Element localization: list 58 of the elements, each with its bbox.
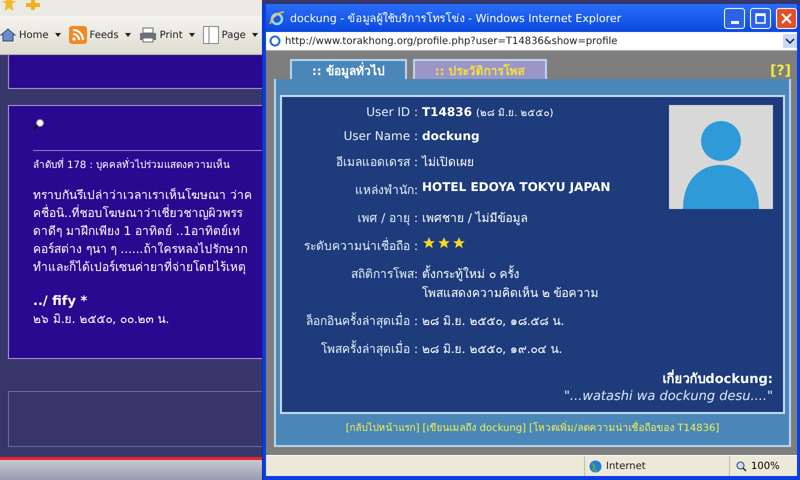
post-text-line: ดาดีๆ มาฝึกเพียง 1 อาทิตย์ ..1อาทิตย์เท่ — [33, 223, 242, 240]
about-heading: เกี่ยวกับdockung: — [662, 368, 773, 389]
field-label: สถิติการโพส: — [350, 266, 418, 283]
toolbar-button[interactable]: Feeds — [68, 26, 131, 44]
post-text-line: ทำและก็ได้เปอร์เซนค่ายาที่จ่ายโดยไร้เหตุ — [33, 258, 247, 276]
field-label: เพศ / อายุ : — [356, 210, 418, 227]
field-label: ล็อกอินครั้งล่าสุดเมื่อ : — [305, 311, 418, 330]
star-icon — [2, 0, 16, 12]
window-title: dockung - ข้อมูลผู้ใช้บริการโทรโข่ง - Windows Internet Explorer — [290, 11, 622, 27]
about-quote: "...watashi wa dockung desu...." — [564, 389, 773, 404]
field-value: HOTEL EDOYA TOKYU JAPAN — [422, 180, 612, 196]
toolbar-button[interactable]: Print — [138, 27, 195, 43]
toolbar-button[interactable]: Home — [0, 27, 61, 43]
browser-logo-icon — [269, 10, 285, 26]
tab[interactable]: :: ข้อมูลทั่วไป — [290, 59, 407, 79]
field-value: ๒๘ มิ.ย. ๒๕๕๐, ๑๘.๕๘ น. — [422, 313, 566, 330]
field-value: ตั้งกระทู้ใหม่ ๐ ครั้ง — [422, 264, 521, 283]
field-value: เพศชาย / ไม่มีข้อมูล — [422, 210, 529, 227]
post-date: ๒๖ มิ.ย. ๒๕๕๐, ๐๐.๒๓ น. — [33, 311, 170, 328]
printer-icon — [138, 27, 157, 43]
plus-icon — [26, 0, 40, 10]
field-value: dockung — [422, 129, 481, 143]
close-icon — [781, 12, 792, 24]
zone-text: Internet — [606, 460, 646, 472]
caret-icon — [124, 33, 131, 37]
close-button[interactable] — [776, 8, 797, 28]
field-value: โพสแสดงความคิดเห็น ๒ ข้อความ — [422, 284, 600, 302]
caret-icon — [54, 33, 61, 37]
field-label: แหล่งพำนัก: — [354, 182, 418, 199]
post-text-line: คอร์สต่าง ๆนา ๆ ......ถ้าใครหลงไปรักษาก — [33, 241, 248, 258]
rss-icon — [68, 26, 87, 44]
caret-icon — [188, 33, 195, 37]
caret-icon — [252, 33, 258, 37]
magnifier-icon — [33, 118, 45, 130]
field-value: T14836 (๒๘ มิ.ย. ๒๕๕๐) — [422, 105, 554, 120]
post-heading: ลำดับที่ 178 : บุคคลทั่วไปร่วมแสดงความเห็น — [33, 157, 262, 172]
maximize-icon — [755, 12, 766, 24]
field-value: ๒๘ มิ.ย. ๒๕๕๐, ๑๙.๐๔ น. — [422, 341, 564, 358]
field-label: อีเมลแอดเดรส : — [335, 154, 418, 171]
address-text: http://www.torakhong.org/profile.php?user=T14836&show=profile — [285, 36, 618, 46]
field-label: ระดับความน่าเชื่อถือ : — [303, 236, 418, 255]
toolbar-button[interactable]: Page — [202, 26, 258, 44]
post-author: ../ fify * — [33, 294, 88, 309]
field-label: User Name : — [342, 129, 418, 143]
maximize-button[interactable] — [750, 8, 771, 28]
zoom-button[interactable]: 100% — [729, 456, 797, 476]
field-value: ไม่เปิดเผย — [422, 154, 475, 171]
field-label: User ID : — [365, 105, 418, 120]
post-text-line: ทราบกันรึเปล่าว่าเวลาเราเห็นโฆษณา ว่าค — [33, 186, 253, 204]
post-text-line: คชื่อนิ..ที่ชอบโฆษณาว่าเชี่ยวชาญผิวพรร — [33, 204, 244, 222]
house-icon — [0, 27, 16, 43]
minimize-icon — [730, 20, 738, 24]
address-bar[interactable]: http://www.torakhong.org/profile.php?user=T14836&show=profile — [266, 32, 797, 51]
dropdown-icon[interactable] — [783, 34, 797, 48]
minimize-button[interactable] — [724, 8, 745, 28]
zoom-icon — [736, 460, 747, 472]
globe-icon — [589, 460, 602, 472]
field-label: โพสครั้งล่าสุดเมื่อ : — [320, 339, 418, 358]
